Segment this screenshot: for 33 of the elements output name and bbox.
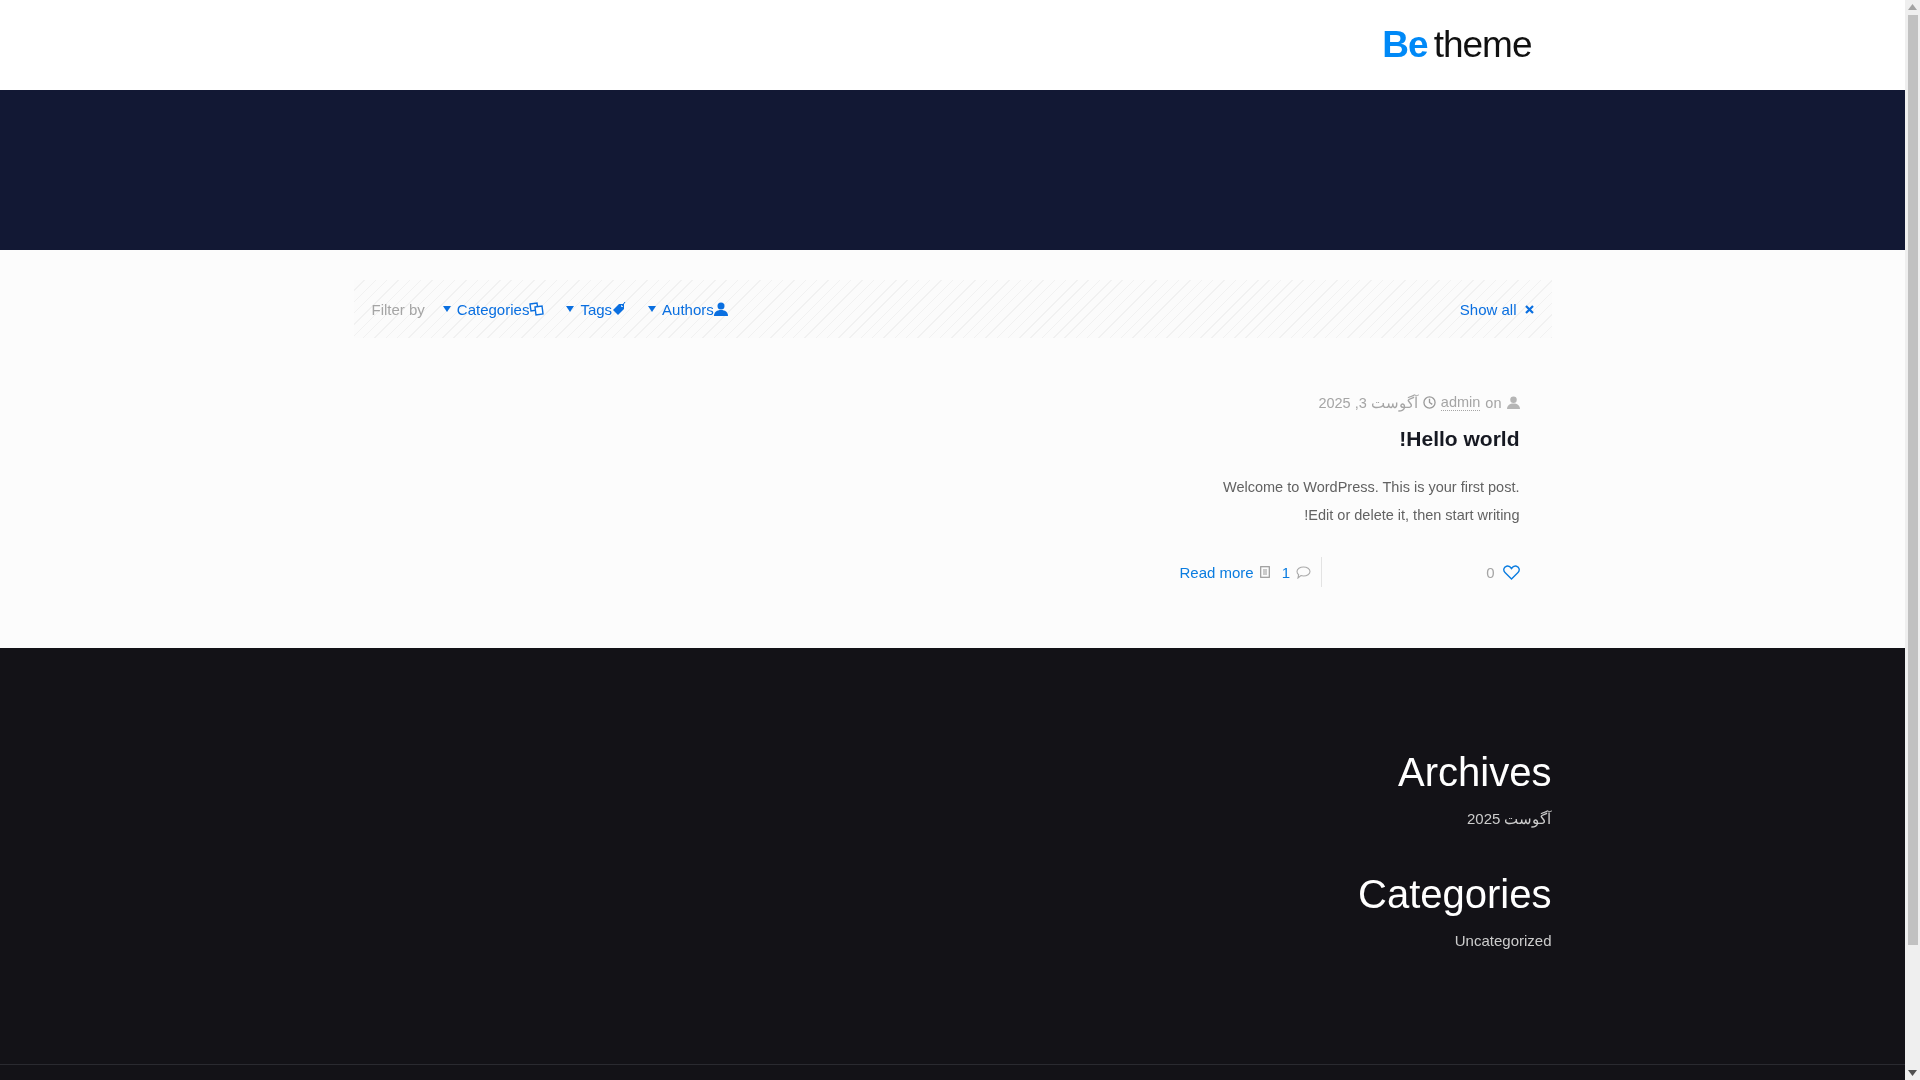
show-all-link[interactable]: Show all [1459,300,1517,318]
meta-text: on [1485,394,1502,411]
filter-link[interactable]: Categories [456,300,530,318]
filter-link[interactable]: Tags [580,300,613,318]
close-icon [1524,304,1534,314]
speech-bubble-icon [1296,565,1312,579]
site-logo[interactable]: Be theme [1382,24,1532,66]
post-excerpt: Welcome to WordPress. This is your first post. Edit or delete it, then start writing! [1221,478,1520,525]
clock-icon [1422,396,1436,409]
filter-label: Filter by [371,300,425,318]
scrollbar[interactable] [1905,0,1920,1080]
caret-icon [442,306,451,312]
folders-icon [529,302,545,316]
footer-link[interactable]: Uncategorized [1454,932,1552,949]
read-more-link[interactable]: Read more [1179,563,1254,581]
widget-title: Archives [1398,752,1552,792]
caret-icon [566,306,575,312]
comment-count[interactable]: 1 [1281,563,1291,581]
post-date: آگوست 3, 2025 [1318,394,1418,411]
scrollbar-thumb[interactable] [1907,15,1918,945]
caret-icon [648,306,657,312]
user-icon [1506,396,1520,409]
tag-icon [612,302,627,316]
filter-link[interactable]: Authors [662,300,714,318]
heart-icon[interactable] [1502,564,1520,580]
scroll-down-icon[interactable] [1908,1070,1917,1076]
post-title[interactable]: Hello world! [1179,427,1520,451]
document-icon [1259,566,1270,578]
footer-link[interactable]: آگوست 2025 [1466,810,1552,828]
widget-title: Categories [1358,874,1552,914]
scroll-up-icon[interactable] [1908,4,1917,10]
like-count: 0 [1486,563,1495,581]
user-icon [713,302,728,316]
